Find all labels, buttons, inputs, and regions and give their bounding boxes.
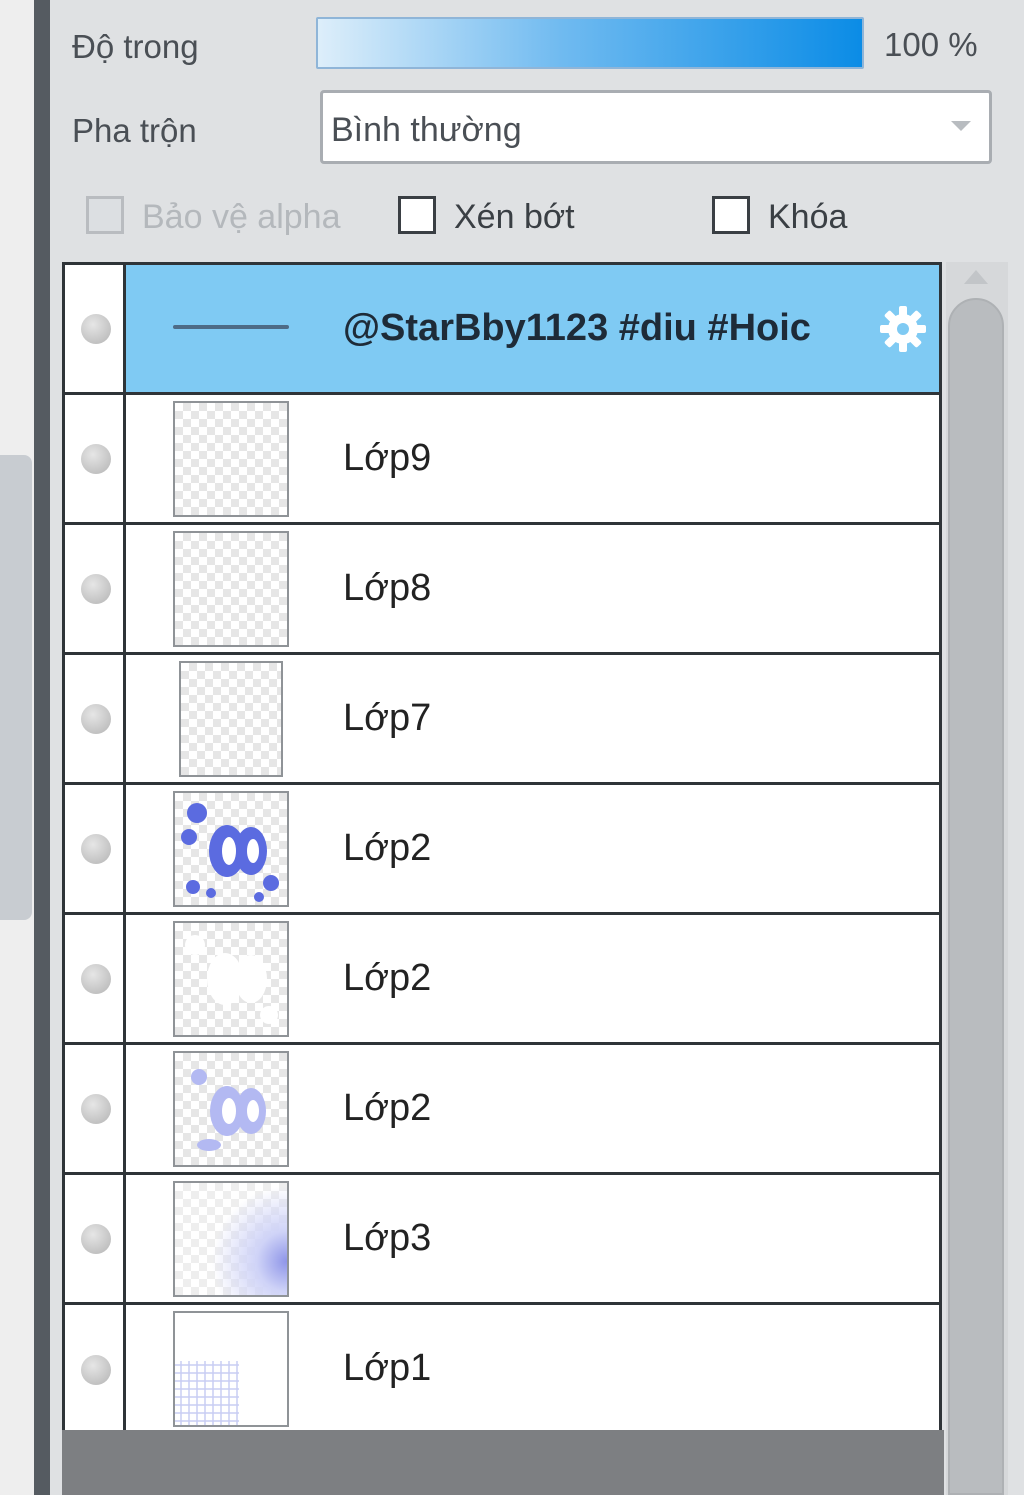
- blend-mode-value: Bình thường: [331, 111, 522, 149]
- layer-name: Lớp8: [343, 567, 432, 609]
- layer-row[interactable]: Lớp2: [65, 1045, 939, 1175]
- visibility-toggle[interactable]: [65, 915, 126, 1042]
- visibility-toggle[interactable]: [65, 1305, 126, 1435]
- side-panel-tab[interactable]: [0, 455, 32, 920]
- protect-alpha-checkbox[interactable]: [86, 196, 124, 234]
- layer-name: Lớp9: [343, 437, 432, 479]
- visibility-dot-icon: [81, 703, 111, 734]
- clip-checkbox[interactable]: [398, 196, 436, 234]
- visibility-dot-icon: [81, 443, 111, 474]
- clip-label: Xén bớt: [454, 198, 575, 236]
- blend-mode-select[interactable]: Bình thường: [320, 90, 992, 164]
- layer-list: @StarBby1123 #diu #Hoic Lớp9 Lớp8 Lớp7 L…: [62, 262, 942, 1435]
- scroll-up-arrow-icon[interactable]: [964, 270, 988, 284]
- layer-thumbnail: [173, 325, 289, 329]
- layer-row[interactable]: Lớp3: [65, 1175, 939, 1305]
- faint-shapes-thumbnail: [191, 1069, 266, 1151]
- layer-name: @StarBby1123 #diu #Hoic: [343, 307, 811, 349]
- layer-thumbnail: [173, 531, 289, 647]
- grid-thumbnail: [175, 1361, 239, 1425]
- layer-row[interactable]: Lớp7: [65, 655, 939, 785]
- layer-name: Lớp2: [343, 827, 432, 869]
- visibility-dot-icon: [81, 963, 111, 994]
- visibility-dot-icon: [81, 573, 111, 604]
- visibility-dot-icon: [81, 833, 111, 864]
- layer-name: Lớp1: [343, 1347, 432, 1389]
- layer-row[interactable]: Lớp2: [65, 915, 939, 1045]
- white-shapes-thumbnail: [185, 935, 278, 1024]
- layer-thumbnail: [173, 921, 289, 1037]
- layer-thumbnail: [173, 1311, 289, 1427]
- visibility-toggle[interactable]: [65, 525, 126, 652]
- visibility-toggle[interactable]: [65, 655, 126, 782]
- blue-shapes-thumbnail: [181, 803, 279, 902]
- layer-row[interactable]: @StarBby1123 #diu #Hoic: [65, 265, 939, 395]
- layer-list-footer: [62, 1430, 944, 1495]
- chevron-down-icon: [951, 121, 971, 131]
- visibility-toggle[interactable]: [65, 265, 126, 392]
- gear-icon[interactable]: [877, 303, 929, 355]
- opacity-value: 100 %: [884, 26, 978, 63]
- lock-label: Khóa: [768, 198, 848, 236]
- layer-thumbnail: [173, 791, 289, 907]
- scrollbar[interactable]: [946, 262, 1008, 1495]
- visibility-toggle[interactable]: [65, 1045, 126, 1172]
- visibility-dot-icon: [81, 1355, 111, 1385]
- visibility-toggle[interactable]: [65, 395, 126, 522]
- layer-row[interactable]: Lớp8: [65, 525, 939, 655]
- layer-row[interactable]: Lớp2: [65, 785, 939, 915]
- visibility-toggle[interactable]: [65, 1175, 126, 1302]
- layer-thumbnail: [179, 661, 283, 777]
- layer-row[interactable]: Lớp1: [65, 1305, 939, 1435]
- blend-mode-label: Pha trộn: [72, 112, 197, 149]
- visibility-toggle[interactable]: [65, 785, 126, 912]
- layer-name: Lớp3: [343, 1217, 432, 1259]
- layer-name: Lớp2: [343, 957, 432, 999]
- scrollbar-thumb[interactable]: [948, 298, 1004, 1495]
- protect-alpha-label: Bảo vệ alpha: [142, 198, 341, 236]
- layer-thumbnail: [173, 1181, 289, 1297]
- visibility-dot-icon: [81, 1093, 111, 1124]
- layer-thumbnail: [173, 401, 289, 517]
- opacity-label: Độ trong: [72, 28, 199, 65]
- layer-name: Lớp2: [343, 1087, 432, 1129]
- visibility-dot-icon: [81, 1223, 111, 1254]
- lock-checkbox[interactable]: [712, 196, 750, 234]
- layer-thumbnail: [173, 1051, 289, 1167]
- layer-row[interactable]: Lớp9: [65, 395, 939, 525]
- panel-divider[interactable]: [34, 0, 50, 1495]
- visibility-dot-icon: [81, 313, 111, 344]
- opacity-slider[interactable]: [316, 17, 864, 69]
- layer-name: Lớp7: [343, 697, 432, 739]
